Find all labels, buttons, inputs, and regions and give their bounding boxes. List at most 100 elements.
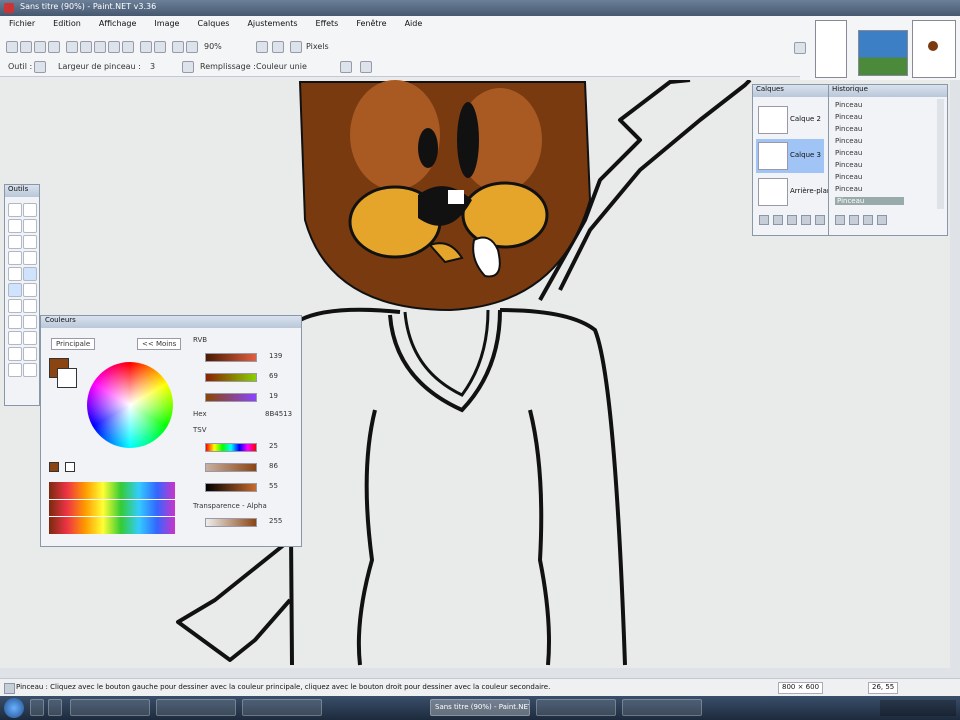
blue-value[interactable]: 19 — [269, 392, 278, 400]
help-icon[interactable] — [794, 42, 806, 54]
history-item[interactable]: Pinceau — [835, 173, 862, 181]
layer-item[interactable]: Arrière-plan — [756, 175, 831, 209]
taskbar-item[interactable] — [536, 699, 616, 716]
history-scrollbar[interactable] — [937, 99, 944, 209]
new-icon[interactable] — [6, 41, 18, 53]
taskbar-item[interactable] — [242, 699, 322, 716]
layer-up-icon[interactable] — [801, 215, 811, 225]
text-tool-icon[interactable] — [8, 331, 22, 345]
thumbnail-current[interactable] — [912, 20, 956, 78]
menu-effets[interactable]: Effets — [307, 16, 348, 31]
menu-aide[interactable]: Aide — [396, 16, 432, 31]
menu-affichage[interactable]: Affichage — [90, 16, 146, 31]
magic-wand-tool-icon[interactable] — [8, 251, 22, 265]
thumbnail-blank[interactable] — [815, 20, 847, 78]
duplicate-layer-icon[interactable] — [787, 215, 797, 225]
taskbar-item-paintnet[interactable]: Sans titre (90%) - Paint.NET — [430, 699, 530, 716]
history-last-icon[interactable] — [877, 215, 887, 225]
paste-icon[interactable] — [94, 41, 106, 53]
taskbar-item[interactable] — [156, 699, 236, 716]
thumbnail-image-1[interactable] — [858, 30, 908, 76]
ellipse-tool-icon[interactable] — [8, 363, 22, 377]
green-slider[interactable] — [205, 373, 257, 382]
rect-select-tool-icon[interactable] — [8, 203, 22, 217]
mini-primary-swatch[interactable] — [49, 462, 59, 472]
delete-layer-icon[interactable] — [773, 215, 783, 225]
antialias-icon[interactable] — [182, 61, 194, 73]
history-undo-icon[interactable] — [849, 215, 859, 225]
zoom-out-icon[interactable] — [256, 41, 268, 53]
blue-slider[interactable] — [205, 393, 257, 402]
red-value[interactable]: 139 — [269, 352, 282, 360]
zoom-tool-icon[interactable] — [23, 235, 37, 249]
layer-properties-icon[interactable] — [815, 215, 825, 225]
brush-icon[interactable] — [34, 61, 46, 73]
menu-ajustements[interactable]: Ajustements — [238, 16, 306, 31]
copy-icon[interactable] — [80, 41, 92, 53]
deselect-icon[interactable] — [122, 41, 134, 53]
save-icon[interactable] — [34, 41, 46, 53]
move-selection-tool-icon[interactable] — [23, 219, 37, 233]
secondary-color-swatch[interactable] — [57, 368, 77, 388]
zoom-icon[interactable] — [186, 41, 198, 53]
history-item[interactable]: Pinceau — [835, 137, 862, 145]
brush-size-value[interactable]: 3 — [150, 62, 155, 71]
history-item-current[interactable]: Pinceau — [835, 197, 905, 205]
recolor-tool-icon[interactable] — [23, 315, 37, 329]
freeform-shape-tool-icon[interactable] — [23, 363, 37, 377]
brightness-value[interactable]: 55 — [269, 482, 278, 490]
fill-select[interactable]: Couleur unie — [256, 62, 307, 71]
history-redo-icon[interactable] — [863, 215, 873, 225]
menu-calques[interactable]: Calques — [188, 16, 238, 31]
layer-item[interactable]: Calque 2 — [756, 103, 824, 137]
mini-secondary-swatch[interactable] — [65, 462, 75, 472]
history-item[interactable]: Pinceau — [835, 161, 862, 169]
eraser-tool-icon[interactable] — [23, 283, 37, 297]
alpha-value[interactable]: 255 — [269, 517, 282, 525]
undo-icon[interactable] — [140, 41, 152, 53]
ruler-icon[interactable] — [290, 41, 302, 53]
zoom-in-icon[interactable] — [272, 41, 284, 53]
grid-icon[interactable] — [172, 41, 184, 53]
crop-icon[interactable] — [108, 41, 120, 53]
cut-icon[interactable] — [66, 41, 78, 53]
redo-icon[interactable] — [154, 41, 166, 53]
menu-fichier[interactable]: Fichier — [0, 16, 44, 31]
quicklaunch-icon[interactable] — [48, 699, 62, 716]
hex-value[interactable]: 8B4513 — [265, 410, 292, 418]
move-tool-icon[interactable] — [23, 203, 37, 217]
taskbar-item[interactable] — [622, 699, 702, 716]
color-picker-tool-icon[interactable] — [23, 299, 37, 313]
clone-stamp-tool-icon[interactable] — [8, 315, 22, 329]
history-item[interactable]: Pinceau — [835, 185, 862, 193]
taskbar-item[interactable] — [70, 699, 150, 716]
hue-slider[interactable] — [205, 443, 257, 452]
layer-item-selected[interactable]: Calque 3 — [756, 139, 824, 173]
red-slider[interactable] — [205, 353, 257, 362]
bucket-tool-icon[interactable] — [8, 267, 22, 281]
lasso-tool-icon[interactable] — [8, 219, 22, 233]
swatch-grid[interactable] — [49, 482, 175, 534]
history-first-icon[interactable] — [835, 215, 845, 225]
alpha-slider[interactable] — [205, 518, 257, 527]
history-item[interactable]: Pinceau — [835, 149, 862, 157]
gradient-tool-icon[interactable] — [23, 267, 37, 281]
blend-mode-icon[interactable] — [340, 61, 352, 73]
history-item[interactable]: Pinceau — [835, 101, 862, 109]
hue-value[interactable]: 25 — [269, 442, 278, 450]
start-button[interactable] — [4, 698, 24, 718]
zoom-value[interactable]: 90% — [204, 42, 222, 51]
value-slider[interactable] — [205, 483, 257, 492]
open-icon[interactable] — [20, 41, 32, 53]
print-icon[interactable] — [48, 41, 60, 53]
system-tray[interactable] — [880, 700, 956, 716]
rectangle-tool-icon[interactable] — [8, 347, 22, 361]
units-select[interactable]: Pixels — [306, 42, 329, 51]
menu-fenetre[interactable]: Fenêtre — [347, 16, 395, 31]
add-layer-icon[interactable] — [759, 215, 769, 225]
less-button[interactable]: << Moins — [137, 338, 182, 350]
color-wheel[interactable] — [87, 362, 173, 448]
line-tool-icon[interactable] — [23, 331, 37, 345]
history-item[interactable]: Pinceau — [835, 113, 862, 121]
saturation-value[interactable]: 86 — [269, 462, 278, 470]
